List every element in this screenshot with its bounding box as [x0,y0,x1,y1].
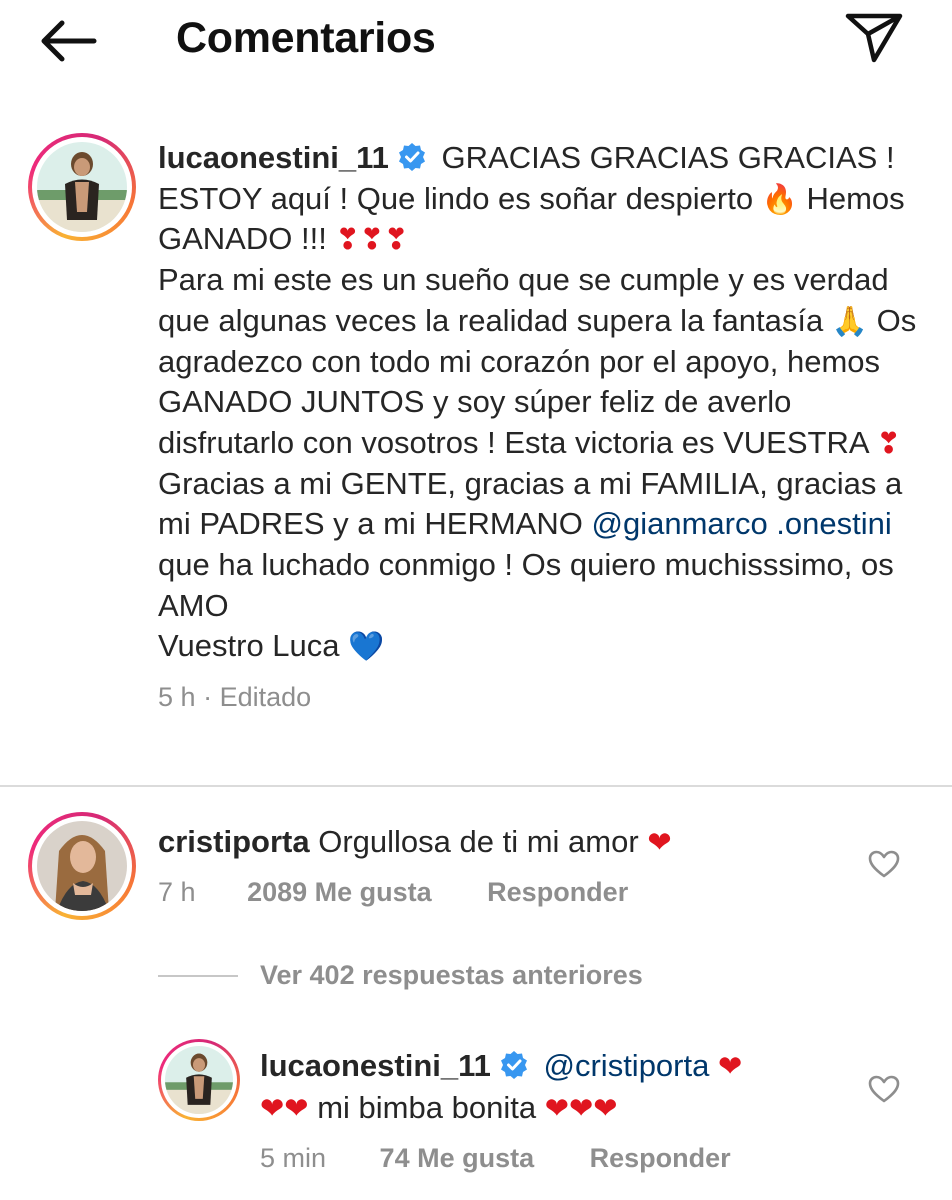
divider [0,785,952,787]
meta-separator: · [203,682,213,713]
reply-text: mi bimba bonita [317,1090,537,1125]
page-title: Comentarios [176,14,436,62]
reply-button[interactable]: Responder [590,1143,731,1174]
post-time: 5 h [158,682,196,713]
red-heart-emoji: ❤ [717,1051,743,1083]
profile-photo [37,142,127,232]
mention-link[interactable]: @cristiporta [544,1048,710,1083]
comment-time: 7 h [158,877,196,907]
heart-exclamation-emojis: ❣❣❣ [335,224,409,257]
mention-link[interactable]: @gianmarco .onestini [591,506,891,541]
verified-badge-icon [500,1051,527,1079]
praying-hands-emoji: 🙏 [831,305,868,338]
reply-meta: 5 min 74 Me gusta Responder [260,1143,731,1174]
heart-outline-icon [868,1075,900,1103]
reply-body: lucaonestini_11 @cristiporta ❤ ❤❤ mi bim… [260,1045,820,1129]
post-author-username[interactable]: lucaonestini_11 [158,140,389,175]
post-caption: lucaonestini_11 GRACIAS GRACIAS GRACIAS … [158,138,918,718]
replies-line [158,975,238,977]
comment-meta: 7 h 2089 Me gusta Responder [158,877,628,908]
back-arrow-icon [41,20,97,62]
avatar[interactable] [158,1039,240,1121]
reply-username[interactable]: lucaonestini_11 [260,1048,491,1083]
profile-photo [165,1046,233,1114]
back-button[interactable] [38,18,98,64]
view-replies-button[interactable]: Ver 402 respuestas anteriores [260,960,643,991]
reply-time: 5 min [260,1143,327,1173]
verified-badge-icon [398,143,425,171]
comment-like-button[interactable] [867,849,901,879]
heart-exclamation-emoji: ❣ [876,427,901,460]
post-meta: 5 h · Editado [158,677,918,718]
red-heart-emojis: ❤❤❤ [544,1093,618,1125]
profile-photo [37,821,127,911]
comment-text: Orgullosa de ti mi amor [318,824,639,859]
avatar[interactable] [28,133,136,241]
blue-heart-emoji: 💙 [348,631,385,664]
fire-emoji: 🔥 [761,183,798,216]
heart-outline-icon [868,850,900,878]
share-button[interactable] [842,10,904,64]
comment-username[interactable]: cristiporta [158,824,310,859]
header-bar: Comentarios [0,0,952,80]
caption-text: Vuestro Luca [158,628,340,664]
comment-body: cristiporta Orgullosa de ti mi amor ❤ [158,822,778,862]
red-heart-emojis: ❤❤ [260,1093,309,1125]
comment-likes-button[interactable]: 2089 Me gusta [247,877,432,908]
avatar[interactable] [28,812,136,920]
reply-likes-button[interactable]: 74 Me gusta [380,1143,535,1174]
red-heart-emoji: ❤ [647,827,672,859]
direct-send-icon [845,13,903,63]
edited-label: Editado [219,682,312,713]
caption-text: que ha luchado conmigo ! Os quiero muchi… [158,547,894,623]
reply-button[interactable]: Responder [487,877,628,908]
reply-like-button[interactable] [867,1074,901,1104]
caption-text: Para mi este es un sueño que se cumple y… [158,262,889,338]
